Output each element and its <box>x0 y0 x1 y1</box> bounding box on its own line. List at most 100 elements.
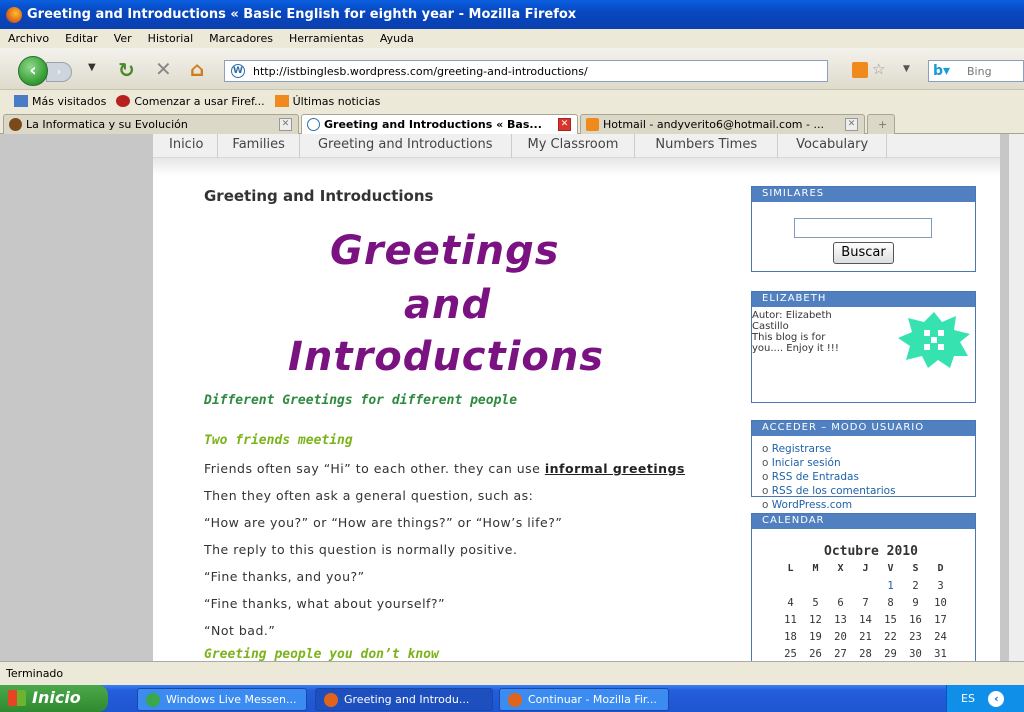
banner-line-2: and <box>404 282 492 328</box>
menu-archivo[interactable]: Archivo <box>0 32 57 45</box>
bookmark-star-icon[interactable]: ☆ <box>872 60 885 78</box>
tab-label: Hotmail - andyverito6@hotmail.com - ... <box>603 118 824 131</box>
post-title[interactable]: Greeting and Introductions <box>204 187 433 205</box>
calendar-day: 11 <box>784 614 797 626</box>
search-button[interactable]: Buscar <box>833 242 894 264</box>
link-register[interactable]: Registrarse <box>762 442 975 456</box>
calendar-grid: L M X J V S D 1 2 3 4 5 6 7 8 9 10 11 12… <box>778 563 953 665</box>
nav-families[interactable]: Families <box>218 134 300 158</box>
taskbar-item-messenger[interactable]: Windows Live Messen... <box>137 688 307 711</box>
calendar-day: 15 <box>884 614 897 626</box>
paragraph-1-text: Friends often say “Hi” to each other. th… <box>204 461 545 476</box>
calendar-day-link[interactable]: 1 <box>878 580 903 597</box>
nav-vocabulary[interactable]: Vocabulary <box>778 134 888 158</box>
weekday: S <box>912 563 919 574</box>
tray-arrow-icon[interactable]: ‹ <box>988 691 1005 707</box>
menu-bar: Archivo Editar Ver Historial Marcadores … <box>0 29 1024 48</box>
taskbar-item-firefox-active[interactable]: Greeting and Introdu... <box>315 688 493 711</box>
menu-editar[interactable]: Editar <box>57 32 106 45</box>
messenger-icon <box>146 693 160 707</box>
url-bar[interactable]: W http://istbinglesb.wordpress.com/greet… <box>224 60 828 82</box>
calendar-day: 16 <box>909 614 922 626</box>
tab-informatica[interactable]: La Informatica y su Evolución ✕ <box>3 114 299 134</box>
system-tray: ES ‹ <box>946 685 1024 712</box>
firefox-icon <box>324 693 338 707</box>
calendar-day: 19 <box>809 631 822 643</box>
new-tab-button[interactable]: + <box>867 114 895 134</box>
firefox-icon <box>6 6 22 23</box>
widget-heading: ELIZABETH <box>752 292 975 307</box>
search-input[interactable]: b▾ Bing <box>928 60 1024 82</box>
author-line: Autor: Elizabeth <box>752 310 832 321</box>
widget-search: SIMILARES Buscar <box>751 186 976 272</box>
forward-button[interactable]: › <box>46 62 72 82</box>
author-line: This blog is for <box>752 332 826 343</box>
close-tab-icon[interactable]: ✕ <box>279 118 292 131</box>
calendar-day: 20 <box>834 631 847 643</box>
weekday: M <box>812 563 819 574</box>
bookmark-most-visited[interactable]: Más visitados <box>32 95 106 108</box>
calendar-week: 18 19 20 21 22 23 24 <box>778 631 953 648</box>
close-tab-icon[interactable]: ✕ <box>558 118 571 131</box>
widget-heading: CALENDAR <box>752 514 975 529</box>
home-icon[interactable]: ⌂ <box>190 57 204 81</box>
getting-started-icon <box>116 95 131 107</box>
sidebar-search-input[interactable] <box>794 218 932 238</box>
tab-greeting[interactable]: Greeting and Introductions « Bas... ✕ <box>301 114 578 134</box>
weekday: V <box>887 563 894 574</box>
paragraph-3: “How are you?” or “How are things?” or “… <box>204 515 563 530</box>
url-text: http://istbinglesb.wordpress.com/greetin… <box>253 64 588 78</box>
reload-icon[interactable]: ↻ <box>118 58 135 82</box>
calendar-day: 14 <box>859 614 872 626</box>
calendar-day <box>778 580 803 597</box>
tab-favicon <box>586 118 599 131</box>
link-login[interactable]: Iniciar sesión <box>762 456 975 470</box>
rss-feed-icon <box>274 95 289 107</box>
widget-calendar: CALENDAR Octubre 2010 L M X J V S D 1 2 … <box>751 513 976 661</box>
menu-marcadores[interactable]: Marcadores <box>201 32 281 45</box>
rss-icon[interactable] <box>852 62 868 78</box>
search-placeholder: Bing <box>967 65 992 78</box>
url-dropdown-icon[interactable]: ▼ <box>903 64 910 74</box>
section-heading-friends: Two friends meeting <box>204 433 353 448</box>
calendar-week: 4 5 6 7 8 9 10 <box>778 597 953 614</box>
close-tab-icon[interactable]: ✕ <box>845 118 858 131</box>
menu-ayuda[interactable]: Ayuda <box>372 32 422 45</box>
widget-heading: ACCEDER – MODO USUARIO <box>752 421 975 436</box>
login-links: Registrarse Iniciar sesión RSS de Entrad… <box>752 436 975 512</box>
start-label: Inicio <box>32 688 81 707</box>
calendar-day: 10 <box>934 597 947 609</box>
weekday: X <box>837 563 844 574</box>
post-subtitle: Different Greetings for different people <box>204 393 518 408</box>
nav-my-classroom[interactable]: My Classroom <box>512 134 636 158</box>
bookmark-latest-news[interactable]: Últimas noticias <box>293 95 381 108</box>
nav-greeting[interactable]: Greeting and Introductions <box>300 134 512 158</box>
start-button[interactable]: Inicio <box>0 685 108 712</box>
widget-login: ACCEDER – MODO USUARIO Registrarse Inici… <box>751 420 976 511</box>
calendar-week: 1 2 3 <box>778 580 953 597</box>
bookmark-getting-started[interactable]: Comenzar a usar Firef... <box>134 95 264 108</box>
calendar-day: 13 <box>834 614 847 626</box>
menu-historial[interactable]: Historial <box>140 32 201 45</box>
stop-icon[interactable]: ✕ <box>155 57 172 81</box>
link-wordpress[interactable]: WordPress.com <box>762 498 975 512</box>
nav-numbers-times[interactable]: Numbers Times <box>635 134 779 158</box>
calendar-week: 11 12 13 14 15 16 17 <box>778 614 953 631</box>
language-indicator[interactable]: ES <box>961 692 975 705</box>
informal-greetings-link[interactable]: informal greetings <box>545 461 685 476</box>
history-dropdown-icon[interactable]: ▼ <box>88 62 96 73</box>
nav-inicio[interactable]: Inicio <box>153 134 219 158</box>
vertical-scrollbar[interactable] <box>1009 134 1024 661</box>
window-title-bar: Greeting and Introductions « Basic Engli… <box>0 0 1024 29</box>
link-rss-comments[interactable]: RSS de los comentarios <box>762 484 975 498</box>
menu-ver[interactable]: Ver <box>106 32 140 45</box>
calendar-weekdays: L M X J V S D <box>778 563 953 580</box>
tab-hotmail[interactable]: Hotmail - andyverito6@hotmail.com - ... … <box>580 114 865 134</box>
author-bio: Autor: Elizabeth Castillo This blog is f… <box>752 310 892 354</box>
link-rss-entries[interactable]: RSS de Entradas <box>762 470 975 484</box>
taskbar-item-firefox[interactable]: Continuar - Mozilla Fir... <box>499 688 669 711</box>
menu-herramientas[interactable]: Herramientas <box>281 32 372 45</box>
bookmarks-bar: Más visitados Comenzar a usar Firef... Ú… <box>0 90 1024 112</box>
back-button[interactable]: ‹ <box>18 56 48 86</box>
calendar-day: 23 <box>909 631 922 643</box>
